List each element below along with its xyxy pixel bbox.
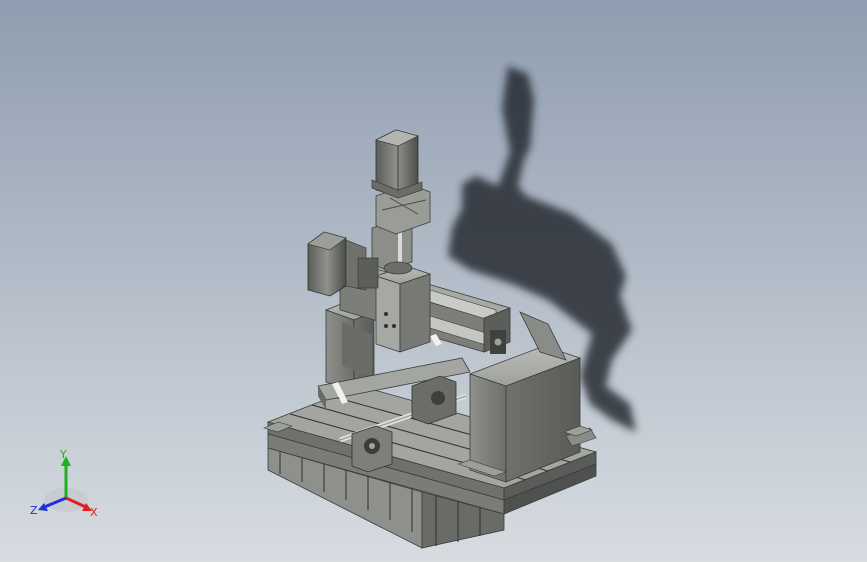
y-axis-label: Y: [59, 448, 67, 461]
z-axis-carriage[interactable]: [371, 183, 432, 353]
axis-triad[interactable]: Y X Z: [28, 448, 104, 520]
z-axis-stepper-motor[interactable]: [371, 129, 423, 199]
x-axis-stepper-motor[interactable]: [307, 231, 379, 297]
cad-3d-viewport[interactable]: [0, 0, 867, 562]
x-axis-label: X: [90, 506, 98, 519]
z-axis-label: Z: [30, 504, 38, 517]
